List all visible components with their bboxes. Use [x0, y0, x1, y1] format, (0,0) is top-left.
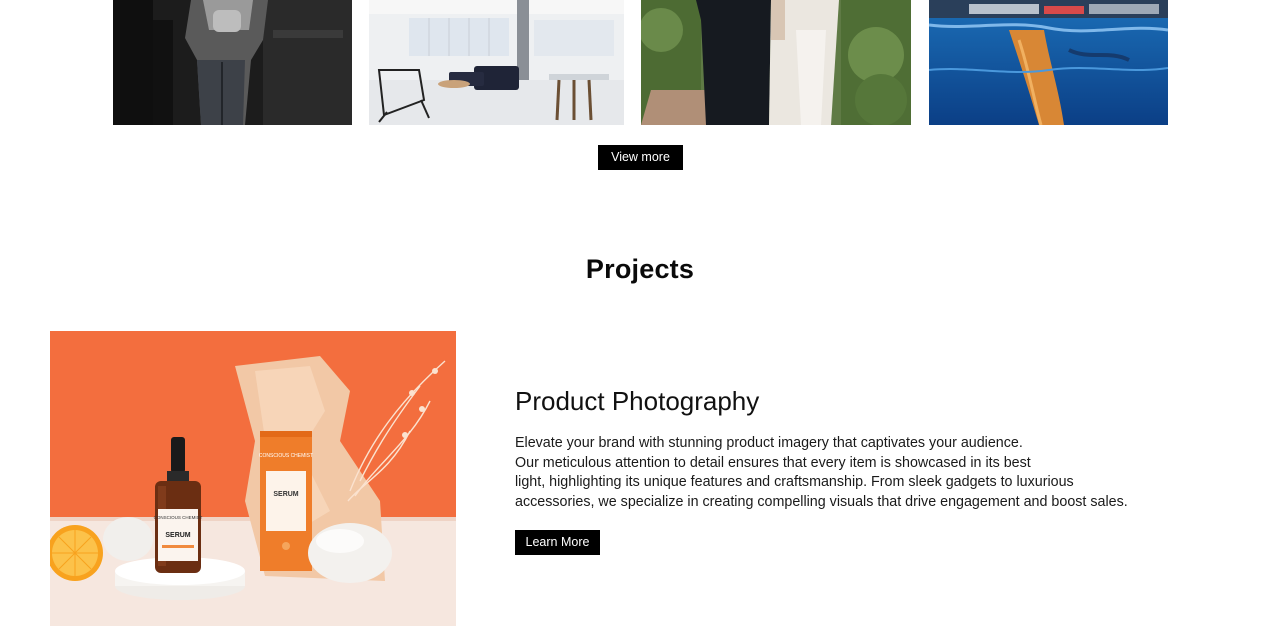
gallery-image-waterfront[interactable] — [929, 0, 1168, 125]
box-product-label: SERUM — [273, 491, 298, 498]
learn-more-button[interactable]: Learn More — [515, 530, 600, 555]
project-description-line: Elevate your brand with stunning product… — [515, 435, 1023, 451]
gallery-image-wedding[interactable] — [641, 0, 911, 125]
box-brand-label: CONSCIOUS CHEMIST — [259, 453, 313, 459]
projects-heading: Projects — [585, 254, 695, 284]
project-image-product: CONSCIOUS CHEMIST SERUM CONSCIOUS CHEMIS… — [50, 331, 456, 626]
gallery-image-interior[interactable] — [369, 0, 624, 125]
project-description: Elevate your brand with stunning product… — [515, 434, 1175, 512]
project-details: Product Photography Elevate your brand w… — [515, 384, 1215, 555]
portrait-bw-photo — [113, 0, 352, 125]
gallery-row — [0, 0, 1280, 125]
project-description-line: light, highlighting its unique features … — [515, 474, 1074, 490]
view-more-button[interactable]: View more — [598, 145, 683, 170]
wedding-photo — [641, 0, 911, 125]
project-description-line: accessories, we specialize in creating c… — [515, 493, 1128, 510]
project-description-line: Our meticulous attention to detail ensur… — [515, 454, 1031, 471]
bottle-product-label: SERUM — [165, 532, 190, 539]
gallery-image-portrait[interactable] — [113, 0, 352, 125]
page: View more Projects CONSCIOUS CHEMIST SER… — [0, 0, 1280, 626]
project-title: Product Photography — [515, 386, 760, 416]
product-photo: CONSCIOUS CHEMIST SERUM CONSCIOUS CHEMIS… — [50, 331, 456, 626]
interior-photo — [369, 0, 624, 125]
bottle-brand-label: CONSCIOUS CHEMIST — [154, 515, 203, 520]
waterfront-photo — [929, 0, 1168, 125]
